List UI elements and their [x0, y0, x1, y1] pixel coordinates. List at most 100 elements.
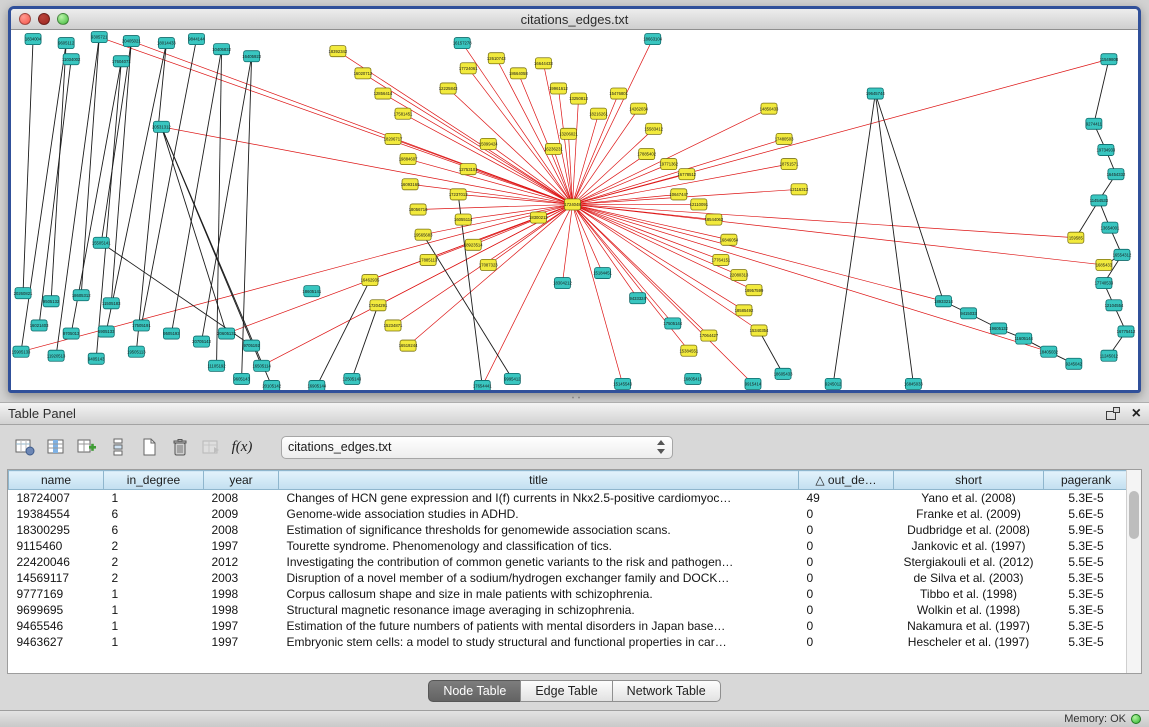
graph-node[interactable]: 16021403 — [30, 320, 49, 331]
graph-node[interactable]: 18663104 — [643, 34, 662, 45]
graph-node[interactable]: 20705143 — [192, 336, 211, 347]
graph-edge[interactable] — [56, 37, 99, 356]
graph-node[interactable]: 18056716 — [409, 204, 428, 215]
graph-node[interactable]: 1685433 — [1096, 259, 1113, 270]
table-cell[interactable]: 1 — [104, 618, 204, 634]
graph-node[interactable]: 13206021 — [559, 128, 578, 139]
graph-node[interactable]: 16157278 — [453, 38, 472, 49]
graph-node[interactable]: 22080313 — [730, 269, 749, 280]
graph-node[interactable]: 15476801 — [609, 88, 628, 99]
graph-node[interactable]: 18933214 — [934, 296, 953, 307]
graph-node[interactable]: 11549808 — [1100, 54, 1119, 65]
table-cell[interactable]: 6 — [104, 522, 204, 538]
graph-node[interactable]: 12104554 — [1105, 300, 1124, 311]
graph-node[interactable]: 18544063 — [705, 214, 724, 225]
table-cell[interactable]: 1 — [104, 602, 204, 618]
graph-node[interactable]: 17480503 — [775, 133, 794, 144]
graph-node[interactable]: 13250813 — [569, 93, 588, 104]
graph-edge[interactable] — [572, 204, 1048, 351]
table-cell[interactable]: Stergiakouli et al. (2012) — [894, 554, 1044, 570]
table-cell[interactable]: Hescheler et al. (1997) — [894, 634, 1044, 650]
column-header[interactable]: in_degree — [104, 471, 204, 490]
graph-node[interactable]: 20105142 — [262, 380, 281, 390]
new-file-icon[interactable] — [135, 434, 163, 460]
table-cell[interactable]: 1998 — [204, 586, 279, 602]
table-row[interactable]: 1456911722003Disruption of a novel membe… — [9, 570, 1129, 586]
table-cell[interactable]: Yano et al. (2008) — [894, 490, 1044, 506]
graph-node[interactable]: 16236231 — [544, 143, 563, 154]
graph-node[interactable]: 12610743 — [487, 53, 506, 64]
table-cell[interactable]: 1 — [104, 634, 204, 650]
graph-node[interactable]: 9705013 — [63, 328, 80, 339]
graph-edge[interactable] — [131, 41, 572, 204]
table-cell[interactable]: 2 — [104, 570, 204, 586]
graph-node[interactable]: 16093169 — [401, 179, 420, 190]
graph-node[interactable]: 12116312 — [790, 184, 809, 195]
table-cell[interactable]: 19384554 — [9, 506, 104, 522]
graph-node[interactable]: 11105192 — [207, 360, 226, 371]
column-header[interactable]: title — [279, 471, 799, 490]
graph-node[interactable]: 17885113 — [419, 254, 438, 265]
graph-edge[interactable] — [338, 51, 573, 204]
table-cell[interactable]: 2008 — [204, 522, 279, 538]
graph-edge[interactable] — [833, 94, 875, 384]
graph-node[interactable]: 15145543 — [613, 378, 632, 389]
graph-edge[interactable] — [572, 204, 752, 384]
table-cell[interactable]: 2009 — [204, 506, 279, 522]
table-cell[interactable]: 0 — [799, 506, 894, 522]
table-cell[interactable]: 5.6E-5 — [1044, 506, 1129, 522]
graph-node[interactable]: 20260821 — [14, 288, 33, 299]
table-cell[interactable]: 22420046 — [9, 554, 104, 570]
table-cell[interactable]: Franke et al. (2009) — [894, 506, 1044, 522]
table-cell[interactable]: 9465546 — [9, 618, 104, 634]
table-cell[interactable]: 9777169 — [9, 586, 104, 602]
graph-edge[interactable] — [473, 204, 572, 244]
tab-node-table[interactable]: Node Table — [428, 680, 521, 702]
table-cell[interactable]: 1998 — [204, 602, 279, 618]
graph-node[interactable]: 12753101 — [459, 164, 478, 175]
column-header[interactable]: year — [204, 471, 279, 490]
graph-node[interactable]: 12856414 — [374, 88, 393, 99]
table-cell[interactable]: 0 — [799, 570, 894, 586]
table-scrollbar-thumb[interactable] — [1129, 491, 1139, 539]
graph-node[interactable]: 9305721 — [91, 32, 108, 43]
table-row[interactable]: 911546021997Tourette syndrome. Phenomeno… — [9, 538, 1129, 554]
table-cell[interactable]: de Silva et al. (2003) — [894, 570, 1044, 586]
table-cell[interactable]: Dudbridge et al. (2008) — [894, 522, 1044, 538]
graph-edge[interactable] — [161, 127, 226, 334]
table-cell[interactable]: 2008 — [204, 490, 279, 506]
table-cell[interactable]: 5.3E-5 — [1044, 490, 1129, 506]
graph-node[interactable]: 19961612 — [549, 83, 568, 94]
graph-node[interactable]: 19771362 — [659, 159, 678, 170]
graph-edge[interactable] — [572, 204, 622, 384]
graph-node[interactable]: 18392342 — [329, 46, 348, 57]
graph-node[interactable]: 9505193 — [163, 328, 180, 339]
graph-edge[interactable] — [101, 41, 131, 243]
graph-node[interactable]: 11505183 — [102, 298, 121, 309]
table-cell[interactable]: Wolkin et al. (1998) — [894, 602, 1044, 618]
zoom-window-button[interactable] — [57, 13, 69, 25]
graph-edge[interactable] — [875, 94, 913, 384]
graph-node[interactable]: 20405021 — [122, 36, 141, 47]
graph-node[interactable]: 16554312 — [1113, 249, 1132, 260]
column-header[interactable]: short — [894, 471, 1044, 490]
network-canvas[interactable]: 1724048183923421602071212856414175814511… — [11, 31, 1138, 390]
graph-edge[interactable] — [227, 204, 573, 333]
graph-node[interactable]: 15234871 — [384, 320, 403, 331]
graph-edge[interactable] — [482, 204, 572, 386]
graph-edge[interactable] — [81, 37, 99, 295]
table-cell[interactable]: 0 — [799, 538, 894, 554]
table-cell[interactable]: 1 — [104, 490, 204, 506]
graph-node[interactable]: 11920513 — [47, 350, 66, 361]
graph-node[interactable]: 17505191 — [132, 320, 151, 331]
graph-edge[interactable] — [352, 305, 378, 379]
table-cell[interactable]: 0 — [799, 554, 894, 570]
graph-node[interactable]: 18605312 — [72, 290, 91, 301]
graph-node[interactable]: 16462935 — [361, 275, 380, 286]
table-scrollbar[interactable] — [1126, 470, 1141, 673]
table-cell[interactable]: Nakamura et al. (1997) — [894, 618, 1044, 634]
graph-node[interactable]: 9995412 — [504, 373, 521, 384]
graph-node[interactable]: 18300212 — [529, 212, 548, 223]
graph-edge[interactable] — [1094, 59, 1109, 124]
table-cell[interactable]: 18724007 — [9, 490, 104, 506]
